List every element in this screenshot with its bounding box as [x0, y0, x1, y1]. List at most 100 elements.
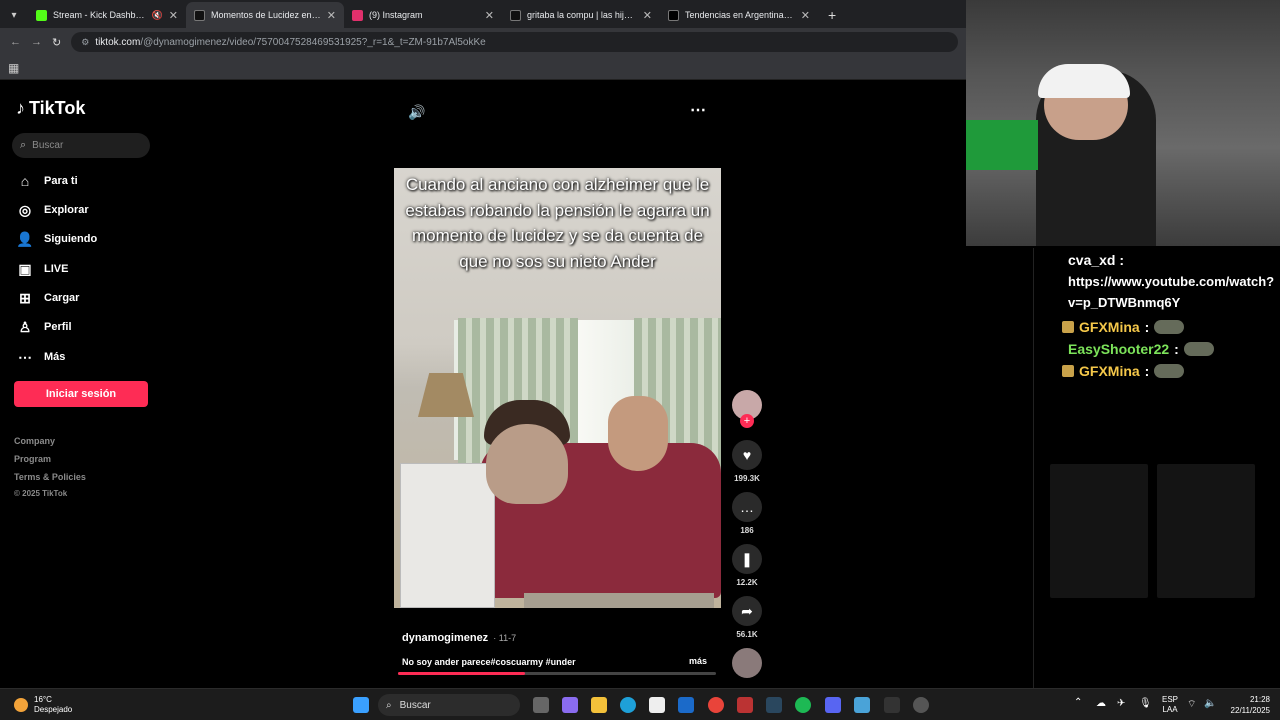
search-input[interactable]: ⌕ Buscar	[12, 133, 150, 158]
clock[interactable]: 21:28 22/11/2025	[1226, 694, 1270, 716]
video-scene-dresser	[400, 463, 495, 608]
like-button[interactable]: ♥ 199.3K	[732, 440, 762, 483]
upload-icon: ⊞	[19, 289, 31, 306]
instagram-icon	[352, 9, 363, 21]
task-view-icon[interactable]	[533, 697, 549, 713]
address-bar-row: ← → ↻ ⚙ tiktok.com/@dynamogimenez/video/7…	[0, 28, 966, 56]
search-icon: ⌕	[386, 699, 392, 711]
volume-icon[interactable]: 🔊	[408, 104, 425, 121]
language-indicator[interactable]: ESP LAA	[1162, 695, 1178, 715]
tiktok-logo[interactable]: ♪ TikTok	[16, 98, 85, 119]
apps-grid-icon[interactable]: ▦	[8, 61, 19, 75]
forward-icon[interactable]: →	[31, 36, 42, 48]
url-field[interactable]: ⚙ tiktok.com/@dynamogimenez/video/7570047…	[71, 32, 958, 52]
edge-icon[interactable]	[620, 697, 636, 713]
nav-mas[interactable]: ⋯ Más	[16, 348, 65, 366]
back-icon[interactable]: ←	[10, 36, 21, 48]
heart-icon: ♥	[732, 440, 762, 470]
video-description: No soy ander parece#coscuarmy #under	[402, 657, 576, 667]
video-progress-bar[interactable]	[398, 672, 716, 675]
emote-icon	[1183, 342, 1214, 356]
reload-icon[interactable]: ↻	[52, 36, 61, 49]
save-button[interactable]: ❚ 12.2K	[732, 544, 762, 587]
chat-username: GFXMina	[1079, 363, 1140, 379]
chat-username: cva_xd	[1068, 252, 1116, 268]
app-icon[interactable]	[854, 697, 870, 713]
video-scene-rug	[524, 593, 714, 608]
app-icon[interactable]	[737, 697, 753, 713]
close-tab-icon[interactable]: ✕	[169, 9, 178, 22]
wifi-icon[interactable]: ⌔	[1187, 698, 1196, 711]
save-count: 12.2K	[736, 578, 758, 587]
webcam-cap	[1038, 64, 1130, 98]
chat-username: EasyShooter22	[1068, 341, 1170, 357]
start-icon[interactable]	[353, 697, 369, 713]
description-more-link[interactable]: más	[689, 656, 707, 666]
outlook-icon[interactable]	[678, 697, 694, 713]
footer-link-program[interactable]: Program	[14, 454, 51, 464]
webcam-overlay	[966, 0, 1280, 246]
spotify-icon[interactable]	[795, 697, 811, 713]
chrome-icon[interactable]	[708, 697, 724, 713]
sub-badge-icon	[1062, 365, 1074, 377]
microphone-icon[interactable]: 🎙	[1139, 698, 1152, 709]
author-name[interactable]: dynamogimenez	[402, 632, 488, 644]
close-tab-icon[interactable]: ✕	[327, 9, 336, 22]
nav-live[interactable]: ▣ LIVE	[16, 260, 68, 278]
browser-tab[interactable]: Stream - Kick Dashboard 🔇 ✕	[28, 2, 186, 28]
copilot-icon[interactable]	[562, 697, 578, 713]
overlay-panel	[1050, 464, 1148, 598]
browser-tab[interactable]: (9) Instagram ✕	[344, 2, 502, 28]
taskbar-search[interactable]: ⌕ Buscar	[378, 694, 520, 716]
close-tab-icon[interactable]: ✕	[643, 9, 652, 22]
windows-taskbar: 16°C Despejado ⌕ Buscar ⌃ ☁ ✈ 🎙 ESP LAA ⌔ 🔈…	[0, 688, 1280, 720]
nav-siguiendo[interactable]: 👤 Siguiendo	[16, 230, 97, 248]
browser-tab[interactable]: gritaba la compu | las hijas de l✕	[502, 2, 660, 28]
nav-explorar[interactable]: ◎ Explorar	[16, 201, 89, 219]
new-tab-button[interactable]: +	[818, 2, 846, 28]
nav-perfil[interactable]: ♙ Perfil	[16, 318, 72, 336]
steam-icon[interactable]	[766, 697, 782, 713]
site-info-icon[interactable]: ⚙	[81, 37, 89, 48]
tiktok-icon	[194, 9, 205, 21]
footer-copyright: © 2025 TikTok	[14, 489, 68, 498]
tab-list-button[interactable]: ▾	[0, 2, 28, 28]
share-button[interactable]: ➦ 56.1K	[732, 596, 762, 639]
file-explorer-icon[interactable]	[591, 697, 607, 713]
close-tab-icon[interactable]: ✕	[801, 9, 810, 22]
discord-icon[interactable]	[825, 697, 841, 713]
author-avatar-button[interactable]: +	[732, 390, 762, 428]
tray-chevron-icon[interactable]: ⌃	[1074, 697, 1082, 708]
following-icon: 👤	[16, 230, 34, 247]
webcam-monitor	[966, 120, 1038, 170]
video-progress-fill	[398, 672, 526, 675]
browser-tab-active[interactable]: Momentos de Lucidez en la Co✕	[186, 2, 344, 28]
video-options-icon[interactable]: ⋯	[690, 100, 706, 120]
comment-button[interactable]: … 186	[732, 492, 762, 535]
close-tab-icon[interactable]: ✕	[485, 9, 494, 22]
footer-link-terms[interactable]: Terms & Policies	[14, 472, 86, 482]
nav-para-ti[interactable]: ⌂ Para ti	[16, 172, 78, 190]
weather-widget[interactable]: 16°C Despejado	[14, 695, 72, 715]
search-icon: ⌕	[20, 139, 27, 151]
browser-tab-strip: ▾ Stream - Kick Dashboard 🔇 ✕ Momentos de …	[0, 0, 966, 28]
mute-icon[interactable]: 🔇	[152, 10, 163, 21]
bookmark-icon: ❚	[732, 544, 762, 574]
kick-icon	[36, 9, 47, 21]
tray-icon[interactable]: ✈	[1117, 698, 1125, 709]
obs-icon[interactable]	[913, 697, 929, 713]
nav-cargar[interactable]: ⊞ Cargar	[16, 289, 79, 307]
browser-tab[interactable]: Tendencias en Argentina on X ✕	[660, 2, 818, 28]
video-date: · 11-7	[493, 633, 517, 643]
emote-icon	[1154, 364, 1185, 378]
follow-plus-icon[interactable]: +	[740, 414, 754, 428]
store-icon[interactable]	[649, 697, 665, 713]
volume-icon[interactable]: 🔈	[1204, 698, 1216, 709]
sound-disc-button[interactable]	[732, 648, 762, 678]
login-button[interactable]: Iniciar sesión	[14, 381, 148, 407]
app-icon[interactable]	[884, 697, 900, 713]
tray-icon[interactable]: ☁	[1096, 698, 1106, 709]
video-player[interactable]: Cuando al anciano con alzheimer que le e…	[394, 168, 721, 608]
footer-link-company[interactable]: Company	[14, 436, 55, 446]
chat-username: GFXMina	[1079, 319, 1140, 335]
